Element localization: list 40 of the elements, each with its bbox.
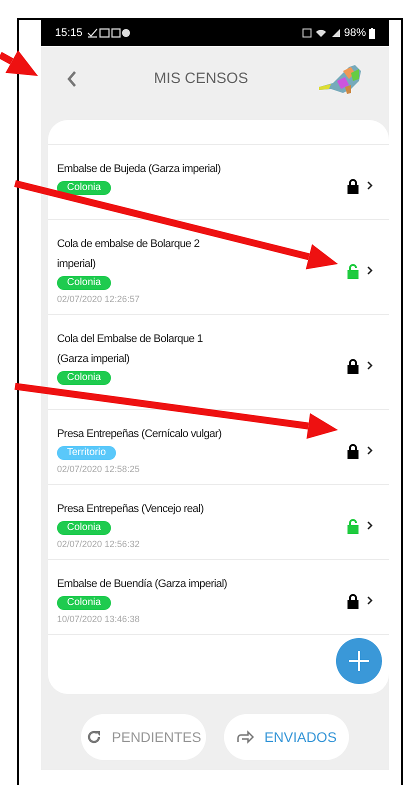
- census-title: Presa Entrepeñas (Vencejo real): [57, 502, 204, 517]
- census-list-item[interactable]: Cola del Embalse de Bolarque 1 (Garza imperial) Colonia: [48, 315, 389, 410]
- census-title: Cola de embalse de Bolarque 2: [57, 237, 200, 252]
- census-date: 02/07/2020 12:26:57: [57, 293, 140, 306]
- signal-icons: [302, 28, 342, 38]
- census-list-item[interactable]: Presa Entrepeñas (Vencejo real) Colonia 02/07/2020 12:56:32: [48, 485, 389, 560]
- type-tag: Colonia: [57, 181, 111, 195]
- back-chevron-icon: [67, 71, 77, 87]
- census-title: imperial): [57, 257, 96, 272]
- census-title: (Garza imperial): [57, 352, 130, 367]
- chevron-right-icon: [367, 521, 373, 530]
- type-tag: Colonia: [57, 371, 111, 385]
- census-title: Cola del Embalse de Bolarque 1: [57, 332, 203, 347]
- census-date: 10/07/2020 13:46:38: [57, 613, 140, 626]
- census-list-item[interactable]: Embalse de Buendía (Garza imperial) Colonia 10/07/2020 13:46:38: [48, 560, 389, 635]
- chevron-right-icon: [367, 361, 373, 370]
- type-tag: Colonia: [57, 521, 111, 535]
- census-title: Embalse de Bujeda (Garza imperial): [57, 162, 221, 177]
- type-tag: Territorio: [57, 446, 116, 460]
- notification-icons: [86, 28, 131, 38]
- plus-icon: [348, 650, 370, 672]
- refresh-icon: [86, 729, 102, 745]
- census-title: Presa Entrepeñas (Cernícalo vulgar): [57, 427, 222, 442]
- census-date: 02/07/2020 12:56:32: [57, 538, 140, 551]
- add-button[interactable]: [336, 638, 382, 684]
- battery-percent: 98%: [344, 26, 366, 41]
- type-tag: Colonia: [57, 596, 111, 610]
- pointer-arrow: [0, 50, 38, 76]
- bird-logo-icon: [319, 63, 363, 95]
- chevron-right-icon: [367, 446, 373, 455]
- census-list-item[interactable]: Embalse de Bujeda (Garza imperial) Colonia: [48, 145, 389, 220]
- chevron-right-icon: [367, 266, 373, 275]
- census-title: Embalse de Buendía (Garza imperial): [57, 577, 228, 592]
- battery-icon: [369, 28, 375, 38]
- status-time: 15:15: [55, 26, 83, 41]
- chevron-right-icon: [367, 181, 373, 190]
- chevron-right-icon: [367, 596, 373, 605]
- census-date: 02/07/2020 12:58:25: [57, 463, 140, 476]
- screen-title: MIS CENSOS: [152, 68, 250, 89]
- type-tag: Colonia: [57, 276, 111, 290]
